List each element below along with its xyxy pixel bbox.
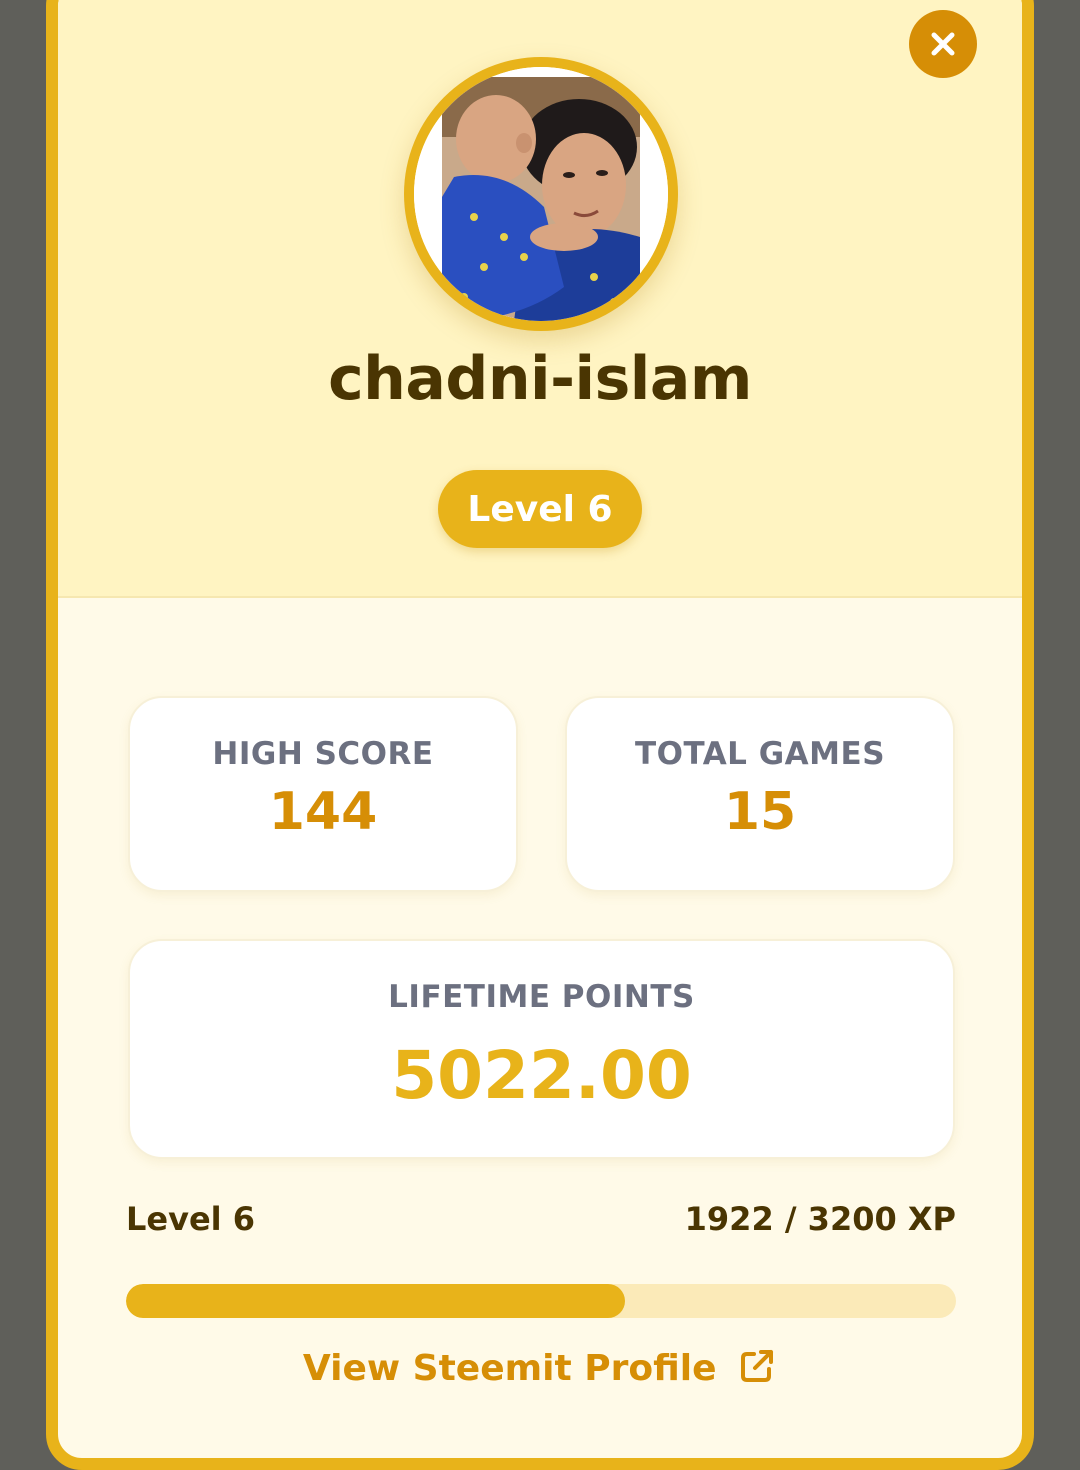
- xp-progress-text: 1922 / 3200 XP: [684, 1200, 956, 1238]
- high-score-value: 144: [268, 782, 378, 842]
- close-icon: [931, 32, 955, 56]
- external-link-icon: [741, 1350, 774, 1382]
- close-button[interactable]: [909, 10, 977, 78]
- view-steemit-profile-link[interactable]: View Steemit Profile: [58, 1346, 1022, 1389]
- avatar: [414, 67, 668, 321]
- xp-header: Level 6 1922 / 3200 XP: [126, 1200, 956, 1238]
- level-badge: Level 6: [438, 470, 642, 548]
- profile-header: chadni-islam Level 6: [58, 0, 1022, 598]
- high-score-card: HIGH SCORE 144: [128, 696, 518, 892]
- username: chadni-islam: [328, 344, 752, 414]
- total-games-card: TOTAL GAMES 15: [565, 696, 955, 892]
- xp-progress-bar: [126, 1284, 956, 1318]
- xp-progress-fill: [126, 1284, 625, 1318]
- view-steemit-profile-label: View Steemit Profile: [302, 1348, 717, 1389]
- profile-modal: chadni-islam Level 6 HIGH SCORE 144 TOTA…: [46, 0, 1034, 1470]
- avatar-frame: [404, 57, 678, 331]
- user-photo: [414, 67, 668, 321]
- high-score-label: HIGH SCORE: [212, 736, 434, 772]
- total-games-label: TOTAL GAMES: [634, 736, 886, 772]
- xp-level-label: Level 6: [126, 1200, 256, 1238]
- total-games-value: 15: [723, 782, 797, 842]
- lifetime-points-value: 5022.00: [391, 1037, 692, 1114]
- lifetime-points-label: LIFETIME POINTS: [388, 979, 695, 1015]
- lifetime-points-card: LIFETIME POINTS 5022.00: [128, 939, 955, 1159]
